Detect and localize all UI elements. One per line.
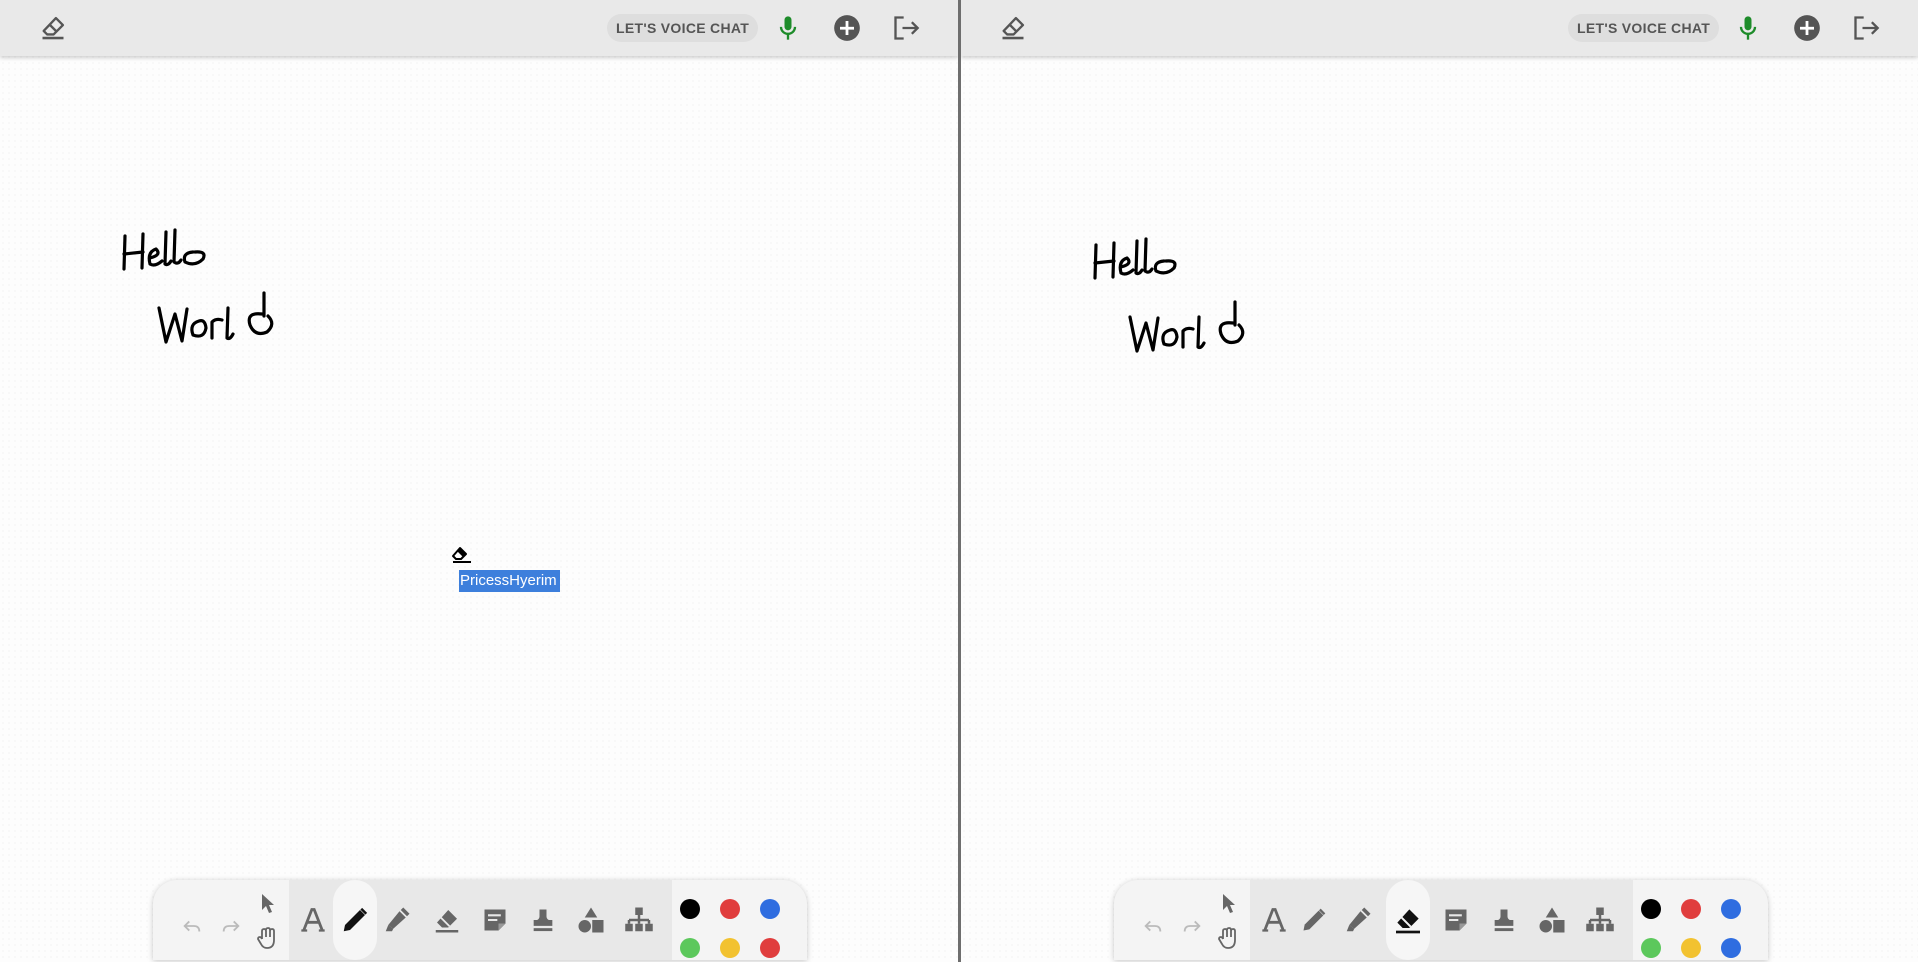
- color-swatch-blue[interactable]: [760, 899, 780, 919]
- text-icon[interactable]: [1256, 902, 1292, 938]
- logout-icon[interactable]: [1852, 14, 1880, 42]
- org-chart-icon[interactable]: [1582, 902, 1618, 938]
- color-swatch-blue-2[interactable]: [1721, 938, 1741, 958]
- hand-pan-icon[interactable]: [1213, 923, 1243, 953]
- microphone-icon[interactable]: [774, 14, 802, 42]
- add-circle-icon[interactable]: [833, 14, 861, 42]
- select-pointer-icon[interactable]: [254, 889, 282, 917]
- color-swatch-red[interactable]: [720, 899, 740, 919]
- redo-icon[interactable]: [1175, 909, 1209, 943]
- redo-icon[interactable]: [214, 909, 248, 943]
- color-swatch-black[interactable]: [1641, 899, 1661, 919]
- color-swatch-red-2[interactable]: [760, 938, 780, 958]
- top-bar: LET'S VOICE CHAT: [961, 0, 1918, 56]
- top-bar: LET'S VOICE CHAT: [0, 0, 958, 56]
- undo-icon[interactable]: [1136, 909, 1170, 943]
- highlighter-icon[interactable]: [1340, 902, 1376, 938]
- logout-icon[interactable]: [892, 14, 920, 42]
- hand-pan-icon[interactable]: [252, 923, 282, 953]
- color-swatch-black[interactable]: [680, 899, 700, 919]
- remote-user-cursor-label: PricessHyerim: [459, 570, 560, 592]
- eraser-icon[interactable]: [1386, 880, 1430, 960]
- bottom-toolbar: [153, 880, 807, 960]
- color-swatch-green[interactable]: [680, 938, 700, 958]
- handwriting-hello-world: [1093, 237, 1245, 353]
- handwriting-hello-world: [122, 228, 274, 344]
- undo-icon[interactable]: [175, 909, 209, 943]
- color-swatch-blue[interactable]: [1721, 899, 1741, 919]
- shapes-icon[interactable]: [573, 902, 609, 938]
- drawing-canvas[interactable]: [961, 56, 1918, 962]
- whiteboard-pane-left: LET'S VOICE CHAT PricessHyerim: [0, 0, 958, 962]
- sticky-note-icon[interactable]: [1438, 902, 1474, 938]
- voice-chat-button[interactable]: LET'S VOICE CHAT: [607, 14, 759, 42]
- eraser-cursor-icon: [450, 545, 474, 570]
- color-swatch-red[interactable]: [1681, 899, 1701, 919]
- sticky-note-icon[interactable]: [477, 902, 513, 938]
- color-swatch-yellow[interactable]: [1681, 938, 1701, 958]
- color-swatch-green[interactable]: [1641, 938, 1661, 958]
- drawing-canvas[interactable]: PricessHyerim: [0, 56, 958, 962]
- shapes-icon[interactable]: [1534, 902, 1570, 938]
- pen-icon[interactable]: [333, 880, 377, 960]
- whiteboard-pane-right: LET'S VOICE CHAT: [961, 0, 1918, 962]
- text-icon[interactable]: [295, 902, 331, 938]
- stamp-icon[interactable]: [525, 902, 561, 938]
- voice-chat-button[interactable]: LET'S VOICE CHAT: [1568, 14, 1720, 42]
- stamp-icon[interactable]: [1486, 902, 1522, 938]
- add-circle-icon[interactable]: [1793, 14, 1821, 42]
- eraser-icon[interactable]: [429, 902, 465, 938]
- pen-icon[interactable]: [1296, 902, 1332, 938]
- select-pointer-icon[interactable]: [1215, 889, 1243, 917]
- highlighter-icon[interactable]: [379, 902, 415, 938]
- eraser-icon[interactable]: [999, 14, 1027, 42]
- eraser-icon[interactable]: [39, 14, 67, 42]
- microphone-icon[interactable]: [1734, 14, 1762, 42]
- org-chart-icon[interactable]: [621, 902, 657, 938]
- bottom-toolbar: [1114, 880, 1768, 960]
- color-swatch-yellow[interactable]: [720, 938, 740, 958]
